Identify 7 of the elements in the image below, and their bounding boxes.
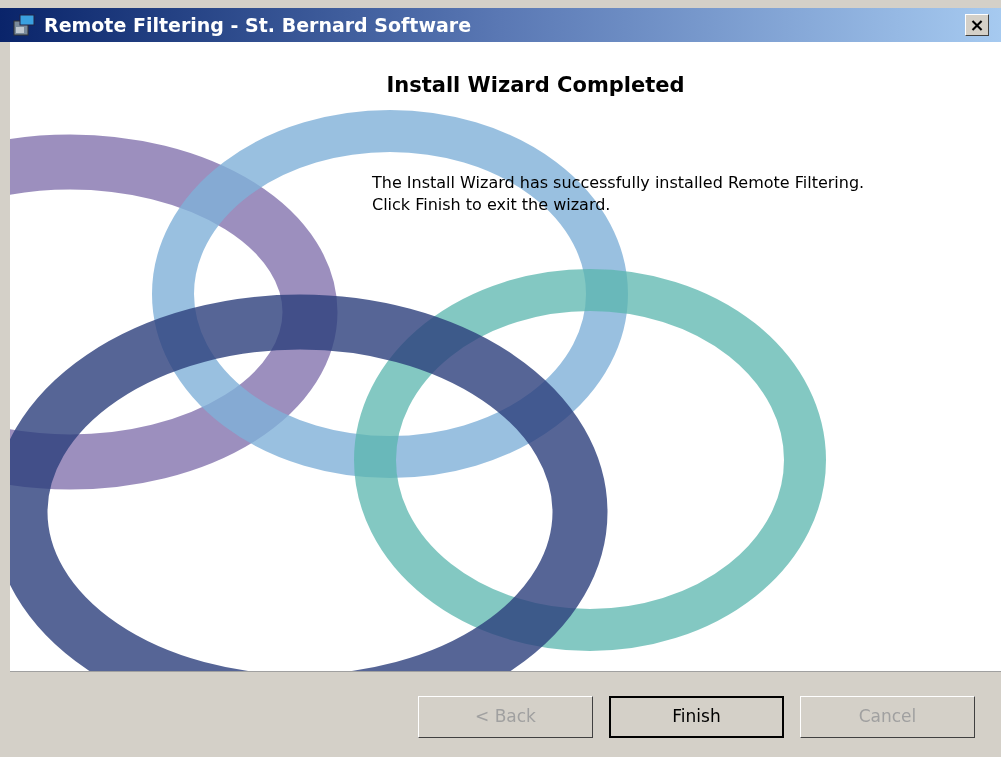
message-text: The Install Wizard has successfully installed Remote Filtering. (372, 171, 866, 194)
wizard-heading: Install Wizard Completed (386, 72, 685, 99)
window-title: Remote Filtering - St. Bernard Software (44, 12, 473, 38)
close-button[interactable]: × (965, 14, 989, 36)
installer-icon (12, 13, 38, 37)
message-text: Click Finish to exit the wizard. (372, 193, 612, 216)
wizard-button[interactable]: Finish (609, 696, 784, 738)
